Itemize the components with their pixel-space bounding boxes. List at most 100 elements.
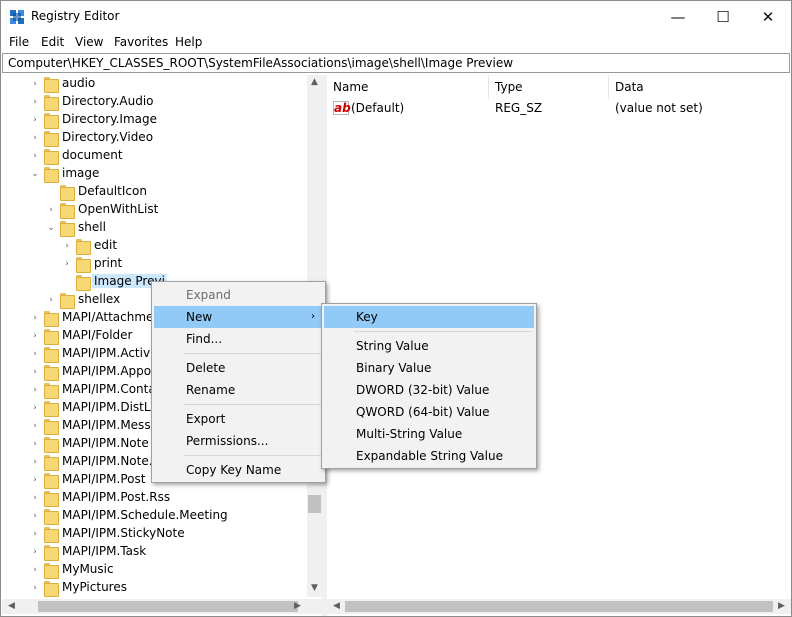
- scroll-down-icon[interactable]: ▼: [307, 583, 322, 593]
- tree-item[interactable]: › MAPI/IPM.Schedule.Meeting: [2, 507, 307, 525]
- scroll-left-icon[interactable]: ◀: [4, 601, 19, 611]
- column-header-type[interactable]: Type: [489, 75, 609, 99]
- tree-item-label: MAPI/IPM.DistLi: [62, 400, 154, 414]
- tree-item[interactable]: › Directory.Image: [2, 111, 307, 129]
- menu-item-binary-value[interactable]: Binary Value: [324, 357, 534, 379]
- folder-icon: [44, 383, 59, 399]
- tree-item[interactable]: › MAPI/IPM.Post.Rss: [2, 489, 307, 507]
- menu-edit[interactable]: Edit: [41, 35, 64, 49]
- tree-item[interactable]: › document: [2, 147, 307, 165]
- chevron-right-icon[interactable]: ›: [30, 367, 40, 377]
- tree-item[interactable]: DefaultIcon: [2, 183, 307, 201]
- chevron-right-icon[interactable]: ›: [30, 313, 40, 323]
- chevron-right-icon[interactable]: ›: [30, 421, 40, 431]
- folder-icon: [60, 185, 75, 201]
- chevron-right-icon[interactable]: ›: [30, 457, 40, 467]
- tree-hscroll-thumb[interactable]: [38, 601, 298, 612]
- chevron-right-icon[interactable]: ›: [30, 385, 40, 395]
- title-bar[interactable]: Registry Editor — ☐ ✕: [1, 1, 791, 32]
- chevron-right-icon[interactable]: ›: [30, 151, 40, 161]
- chevron-right-icon[interactable]: ›: [30, 439, 40, 449]
- window-title: Registry Editor: [31, 9, 120, 23]
- chevron-right-icon[interactable]: ›: [30, 133, 40, 143]
- tree-item-label: Directory.Audio: [62, 94, 154, 108]
- chevron-right-icon[interactable]: ›: [30, 349, 40, 359]
- chevron-right-icon[interactable]: ›: [30, 529, 40, 539]
- menu-item-permissions[interactable]: Permissions...: [154, 430, 323, 452]
- chevron-down-icon[interactable]: ⌄: [46, 223, 56, 233]
- menu-item-label: Expand: [186, 288, 231, 302]
- scroll-up-icon[interactable]: ▲: [307, 77, 322, 87]
- tree-item[interactable]: › MAPI/IPM.Task: [2, 543, 307, 561]
- tree-item[interactable]: ⌄ image: [2, 165, 307, 183]
- menu-item-find[interactable]: Find...: [154, 328, 323, 350]
- folder-icon: [76, 257, 91, 273]
- chevron-right-icon[interactable]: ›: [46, 295, 56, 305]
- tree-horizontal-scrollbar[interactable]: ◀ ▶: [2, 599, 307, 614]
- chevron-right-icon[interactable]: ›: [30, 583, 40, 593]
- menu-item-new[interactable]: New ›: [154, 306, 323, 328]
- menu-separator: [184, 455, 321, 456]
- list-hscroll-thumb[interactable]: [345, 601, 773, 612]
- menu-item-multi-string-value[interactable]: Multi-String Value: [324, 423, 534, 445]
- tree-item[interactable]: › print: [2, 255, 307, 273]
- tree-item-label: MAPI/IPM.Schedule.Meeting: [62, 508, 228, 522]
- chevron-right-icon[interactable]: ›: [30, 547, 40, 557]
- menu-item-delete[interactable]: Delete: [154, 357, 323, 379]
- chevron-right-icon[interactable]: ›: [30, 475, 40, 485]
- tree-item[interactable]: › Directory.Audio: [2, 93, 307, 111]
- minimize-button[interactable]: —: [655, 1, 701, 32]
- menu-item-dword-32-bit-value[interactable]: DWORD (32-bit) Value: [324, 379, 534, 401]
- column-header-name[interactable]: Name: [327, 75, 489, 99]
- chevron-right-icon[interactable]: ›: [30, 331, 40, 341]
- menu-item-label: Rename: [186, 383, 236, 397]
- menu-item-qword-64-bit-value[interactable]: QWORD (64-bit) Value: [324, 401, 534, 423]
- tree-item[interactable]: › OpenWithList: [2, 201, 307, 219]
- folder-icon: [60, 221, 75, 237]
- tree-item[interactable]: › MyMusic: [2, 561, 307, 579]
- tree-item[interactable]: ⌄ shell: [2, 219, 307, 237]
- chevron-down-icon[interactable]: ⌄: [30, 169, 40, 179]
- chevron-right-icon[interactable]: ›: [30, 511, 40, 521]
- chevron-right-icon[interactable]: ›: [62, 241, 72, 251]
- scroll-right-icon[interactable]: ▶: [774, 601, 789, 611]
- chevron-right-icon[interactable]: ›: [30, 565, 40, 575]
- menu-item-expandable-string-value[interactable]: Expandable String Value: [324, 445, 534, 467]
- chevron-right-icon[interactable]: ›: [62, 259, 72, 269]
- menu-item-export[interactable]: Export: [154, 408, 323, 430]
- chevron-right-icon[interactable]: ›: [30, 79, 40, 89]
- chevron-right-icon[interactable]: ›: [30, 115, 40, 125]
- menu-view[interactable]: View: [75, 35, 103, 49]
- menu-item-string-value[interactable]: String Value: [324, 335, 534, 357]
- menu-item-key[interactable]: Key: [324, 306, 534, 328]
- scroll-right-icon[interactable]: ▶: [290, 601, 305, 611]
- tree-item[interactable]: › MyPictures: [2, 579, 307, 597]
- chevron-right-icon[interactable]: ›: [30, 493, 40, 503]
- chevron-right-icon[interactable]: ›: [30, 97, 40, 107]
- close-button[interactable]: ✕: [745, 1, 791, 32]
- chevron-right-icon[interactable]: ›: [30, 403, 40, 413]
- tree-item[interactable]: › MAPI/IPM.StickyNote: [2, 525, 307, 543]
- tree-item[interactable]: › audio: [2, 75, 307, 93]
- menu-item-copy-key-name[interactable]: Copy Key Name: [154, 459, 323, 481]
- menu-file[interactable]: File: [9, 35, 29, 49]
- chevron-right-icon[interactable]: ›: [46, 205, 56, 215]
- tree-item-label: MAPI/IPM.Post.Rss: [62, 490, 171, 504]
- value-row[interactable]: ab (Default) REG_SZ (value not set): [327, 99, 791, 119]
- tree-item-label: MAPI/IPM.StickyNote: [62, 526, 185, 540]
- address-bar[interactable]: Computer\HKEY_CLASSES_ROOT\SystemFileAss…: [2, 53, 790, 73]
- tree-item[interactable]: › Directory.Video: [2, 129, 307, 147]
- folder-icon: [44, 527, 59, 543]
- tree-vscroll-thumb[interactable]: [308, 495, 321, 513]
- menu-help[interactable]: Help: [175, 35, 202, 49]
- column-header-data[interactable]: Data: [609, 75, 791, 99]
- menu-favorites[interactable]: Favorites: [114, 35, 168, 49]
- menu-item-label: Expandable String Value: [356, 449, 503, 463]
- menu-item-rename[interactable]: Rename: [154, 379, 323, 401]
- list-horizontal-scrollbar[interactable]: ◀ ▶: [327, 599, 791, 614]
- maximize-button[interactable]: ☐: [700, 1, 746, 32]
- tree-item[interactable]: › edit: [2, 237, 307, 255]
- tree-item-label: document: [62, 148, 123, 162]
- folder-icon: [60, 203, 75, 219]
- scroll-left-icon[interactable]: ◀: [329, 601, 344, 611]
